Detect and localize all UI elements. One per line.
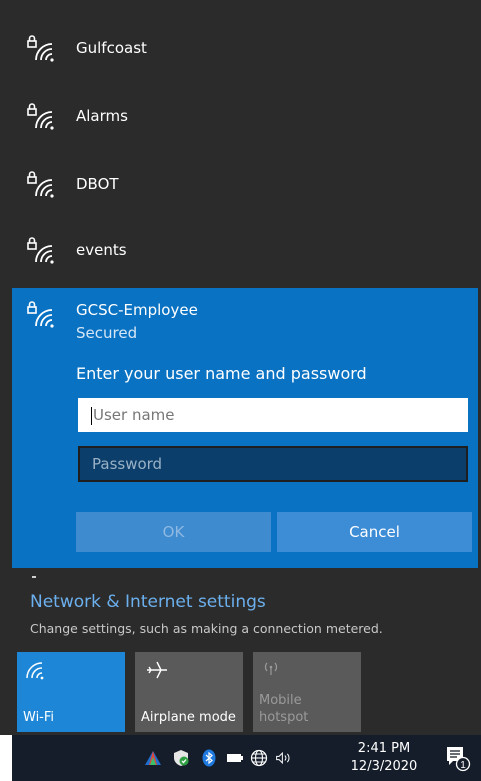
network-name: Alarms xyxy=(76,107,128,125)
airplane-icon xyxy=(147,661,167,679)
credentials-prompt: Enter your user name and password xyxy=(76,364,367,383)
network-name: Gulfcoast xyxy=(76,39,147,57)
cancel-button[interactable]: Cancel xyxy=(277,512,472,552)
secured-wifi-icon xyxy=(27,301,54,328)
notification-count: 1 xyxy=(460,760,466,771)
network-name: events xyxy=(76,241,127,259)
password-placeholder: Password xyxy=(92,455,163,473)
clock[interactable]: 2:41 PM 12/3/2020 xyxy=(344,740,424,776)
network-item-events[interactable]: events xyxy=(12,216,478,282)
bluetooth-icon[interactable] xyxy=(200,749,218,767)
secured-wifi-icon xyxy=(27,237,54,264)
network-flyout: Gulfcoast Alarms DBOT events GCSC-Employ… xyxy=(0,0,481,735)
clock-date: 12/3/2020 xyxy=(350,759,418,774)
ok-button[interactable]: OK xyxy=(76,512,271,552)
tile-label: Wi-Fi xyxy=(23,710,55,725)
secured-wifi-icon xyxy=(27,103,54,130)
network-settings-link[interactable]: Network & Internet settings xyxy=(30,592,266,612)
network-globe-icon[interactable] xyxy=(250,749,268,767)
secured-wifi-icon xyxy=(27,171,54,198)
tile-label: Airplane mode xyxy=(141,710,236,725)
app-triangle-icon[interactable] xyxy=(144,749,162,767)
network-item-dbot[interactable]: DBOT xyxy=(12,150,478,216)
network-status: Secured xyxy=(76,324,138,342)
hotspot-icon xyxy=(264,662,278,675)
defender-icon[interactable] xyxy=(172,749,190,767)
battery-icon[interactable] xyxy=(226,749,244,767)
volume-icon[interactable] xyxy=(275,749,293,767)
network-item-gcsc-employee[interactable]: GCSC-Employee Secured Enter your user na… xyxy=(12,288,478,568)
mobile-hotspot-tile[interactable]: Mobile hotspot xyxy=(253,652,361,732)
tile-label: Mobile hotspot xyxy=(259,693,309,725)
username-input[interactable]: User name xyxy=(78,398,468,432)
airplane-mode-tile[interactable]: Airplane mode xyxy=(135,652,243,732)
network-item-gulfcoast[interactable]: Gulfcoast xyxy=(12,14,478,80)
text-caret xyxy=(91,406,92,425)
wifi-tile[interactable]: Wi-Fi xyxy=(17,652,125,732)
action-center-icon[interactable]: 1 xyxy=(445,744,471,772)
divider-mark xyxy=(32,576,36,578)
network-item-alarms[interactable]: Alarms xyxy=(12,82,478,148)
network-settings-subtitle: Change settings, such as making a connec… xyxy=(30,621,383,636)
password-input[interactable]: Password xyxy=(78,446,468,482)
network-name: GCSC-Employee xyxy=(76,301,198,319)
network-name: DBOT xyxy=(76,175,119,193)
taskbar: 2:41 PM 12/3/2020 1 xyxy=(12,735,481,781)
secured-wifi-icon xyxy=(27,35,54,62)
clock-time: 2:41 PM xyxy=(357,741,411,756)
wifi-icon xyxy=(26,662,44,680)
username-placeholder: User name xyxy=(93,406,175,424)
